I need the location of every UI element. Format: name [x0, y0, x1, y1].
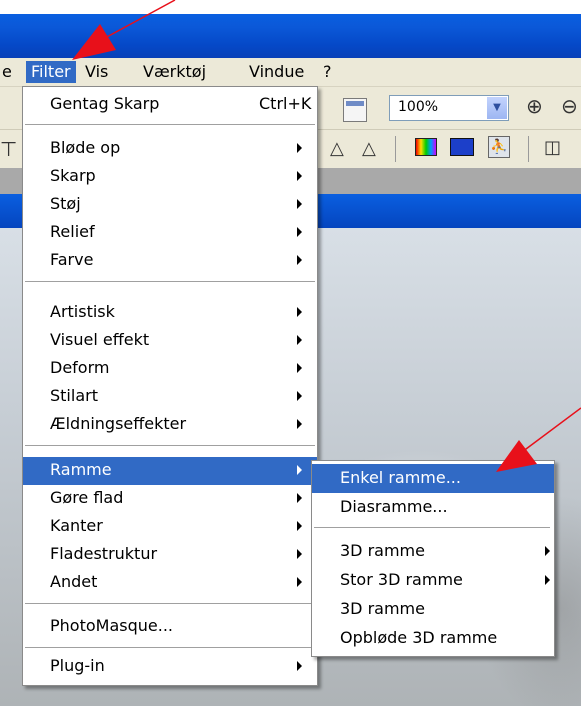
- menu-item-plug-in[interactable]: Plug-in: [23, 653, 317, 681]
- menu-item-visuel-effekt[interactable]: Visuel effekt: [23, 327, 317, 355]
- menu-item-skarp[interactable]: Skarp: [23, 163, 317, 191]
- menu-item-label: Stor 3D ramme: [340, 570, 463, 589]
- menu-item-label: Artistisk: [50, 302, 115, 321]
- menu-item-label: Stilart: [50, 386, 98, 405]
- menu-item-label: PhotoMasque...: [50, 616, 173, 635]
- menu-item-label: 3D ramme: [340, 541, 425, 560]
- triangle-outline-tool-icon[interactable]: △: [362, 138, 376, 159]
- color-balance-icon[interactable]: [415, 138, 437, 156]
- submenu-arrow-icon: [297, 227, 302, 237]
- action-icon[interactable]: ⛹: [488, 136, 510, 158]
- top-margin: [0, 0, 581, 14]
- menu-item-3d-ramme-2[interactable]: 3D ramme: [312, 595, 554, 624]
- menu-item-label: Skarp: [50, 166, 96, 185]
- submenu-arrow-icon: [545, 575, 550, 585]
- menu-item-gore-flad[interactable]: Gøre flad: [23, 485, 317, 513]
- menu-item-label: Farve: [50, 250, 94, 269]
- submenu-arrow-icon: [297, 661, 302, 671]
- ramme-submenu: Enkel ramme... Diasramme... 3D ramme Sto…: [311, 460, 555, 657]
- zoom-in-icon[interactable]: ⊕: [526, 94, 543, 118]
- menu-item-label: Ramme: [50, 460, 112, 479]
- zoom-value: 100%: [398, 99, 439, 115]
- menu-item-farve[interactable]: Farve: [23, 247, 317, 275]
- submenu-arrow-icon: [297, 493, 302, 503]
- toolbar-divider: [528, 136, 529, 162]
- menu-item-stilart[interactable]: Stilart: [23, 383, 317, 411]
- submenu-arrow-icon: [297, 335, 302, 345]
- triangle-tool-icon[interactable]: △: [330, 138, 344, 159]
- app-titlebar: [0, 14, 581, 58]
- menu-item-label: Gentag Skarp: [50, 94, 160, 113]
- monitor-icon[interactable]: [450, 138, 474, 156]
- menu-item-kanter[interactable]: Kanter: [23, 513, 317, 541]
- menu-separator: [25, 124, 315, 125]
- text-tool-icon[interactable]: ⊤: [0, 137, 17, 161]
- menu-item-ramme[interactable]: Ramme: [23, 457, 317, 485]
- menu-filter[interactable]: Filter: [26, 61, 76, 83]
- menu-item-label: Andet: [50, 572, 98, 591]
- menu-item-label: Relief: [50, 222, 95, 241]
- submenu-arrow-icon: [297, 465, 302, 475]
- submenu-arrow-icon: [297, 199, 302, 209]
- menu-item-label: 3D ramme: [340, 599, 425, 618]
- menu-item-photomasque[interactable]: PhotoMasque...: [23, 613, 317, 641]
- menu-edit-partial[interactable]: e: [0, 61, 14, 83]
- menu-item-relief[interactable]: Relief: [23, 219, 317, 247]
- menu-item-label: Fladestruktur: [50, 544, 158, 563]
- menu-item-label: Gøre flad: [50, 488, 124, 507]
- submenu-arrow-icon: [545, 546, 550, 556]
- menu-item-artistisk[interactable]: Artistisk: [23, 299, 317, 327]
- submenu-arrow-icon: [297, 363, 302, 373]
- zoom-select[interactable]: 100% ▼: [389, 95, 509, 121]
- menu-item-label: Enkel ramme...: [340, 468, 461, 487]
- menu-item-label: Visuel effekt: [50, 330, 150, 349]
- menu-vindue[interactable]: Vindue: [244, 61, 309, 83]
- menu-item-opblode-3d-ramme[interactable]: Opbløde 3D ramme: [312, 624, 554, 653]
- menu-separator: [25, 647, 315, 648]
- menu-item-label: Støj: [50, 194, 81, 213]
- menu-item-deform[interactable]: Deform: [23, 355, 317, 383]
- window-icon[interactable]: [343, 98, 367, 122]
- submenu-arrow-icon: [297, 255, 302, 265]
- filter-menu: Gentag Skarp Ctrl+K Bløde op Skarp Støj …: [22, 86, 318, 686]
- menu-item-3d-ramme[interactable]: 3D ramme: [312, 537, 554, 566]
- menu-item-diasramme[interactable]: Diasramme...: [312, 493, 554, 522]
- menu-item-label: Ældningseffekter: [50, 414, 187, 433]
- menu-item-enkel-ramme[interactable]: Enkel ramme...: [312, 464, 554, 493]
- submenu-arrow-icon: [297, 143, 302, 153]
- menu-help[interactable]: ?: [318, 61, 337, 83]
- menu-item-label: Opbløde 3D ramme: [340, 628, 498, 647]
- menu-item-blode-op[interactable]: Bløde op: [23, 135, 317, 163]
- toolbar-divider: [395, 136, 396, 162]
- menu-item-label: Deform: [50, 358, 110, 377]
- submenu-arrow-icon: [297, 171, 302, 181]
- menu-item-label: Kanter: [50, 516, 103, 535]
- menu-item-stor-3d-ramme[interactable]: Stor 3D ramme: [312, 566, 554, 595]
- chevron-down-icon[interactable]: ▼: [487, 97, 507, 119]
- menu-separator: [25, 603, 315, 604]
- menu-separator: [25, 445, 315, 446]
- menu-separator: [25, 281, 315, 282]
- book-icon[interactable]: ◫: [544, 137, 561, 158]
- menu-item-gentag-skarp[interactable]: Gentag Skarp Ctrl+K: [23, 91, 317, 119]
- menu-separator: [314, 527, 550, 528]
- menu-item-andet[interactable]: Andet: [23, 569, 317, 597]
- submenu-arrow-icon: [297, 307, 302, 317]
- menu-item-fladestruktur[interactable]: Fladestruktur: [23, 541, 317, 569]
- submenu-arrow-icon: [297, 419, 302, 429]
- submenu-arrow-icon: [297, 577, 302, 587]
- menu-item-aeldningseffekter[interactable]: Ældningseffekter: [23, 411, 317, 439]
- menu-item-label: Bløde op: [50, 138, 121, 157]
- menu-item-shortcut: Ctrl+K: [259, 94, 312, 113]
- menu-vaerktoj[interactable]: Værktøj: [138, 61, 211, 83]
- menu-vis[interactable]: Vis: [80, 61, 113, 83]
- menu-item-stoj[interactable]: Støj: [23, 191, 317, 219]
- menu-item-label: Diasramme...: [340, 497, 448, 516]
- zoom-out-icon[interactable]: ⊖: [561, 94, 578, 118]
- submenu-arrow-icon: [297, 521, 302, 531]
- menu-item-label: Plug-in: [50, 656, 105, 675]
- submenu-arrow-icon: [297, 391, 302, 401]
- submenu-arrow-icon: [297, 549, 302, 559]
